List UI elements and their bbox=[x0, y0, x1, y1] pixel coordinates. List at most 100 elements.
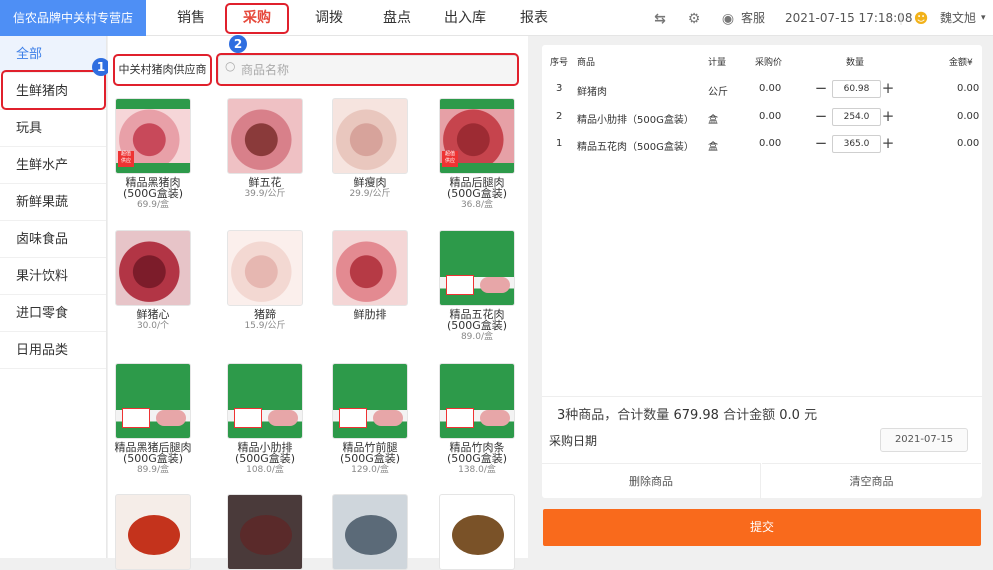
product-image: 超值 供应 bbox=[115, 98, 191, 174]
meat-graphic bbox=[480, 277, 510, 293]
divider: | bbox=[899, 11, 904, 25]
product-card[interactable]: 精品竹肉条 (500G盒装) 138.0/盒 bbox=[428, 363, 526, 475]
product-card[interactable]: 超值 供应 精品黑猪肉 (500G盒装) 69.9/盒 bbox=[104, 98, 202, 210]
col-qty: 数量 bbox=[846, 58, 865, 68]
product-spec: (500G盒装) bbox=[446, 452, 508, 465]
product-card[interactable]: 鲜肋排 bbox=[321, 230, 419, 320]
row-unit: 盒 bbox=[708, 142, 718, 153]
submit-button[interactable]: 提交 bbox=[543, 509, 981, 546]
qty-decrease-button[interactable]: − bbox=[813, 81, 829, 97]
col-unit: 计量 bbox=[708, 58, 727, 68]
col-product: 商品 bbox=[577, 58, 596, 68]
category-seafood[interactable]: 生鲜水产 bbox=[0, 147, 106, 184]
qty-increase-button[interactable]: + bbox=[880, 136, 896, 152]
summary-total-qty: 679.98 bbox=[673, 408, 719, 423]
delete-product-button[interactable]: 删除商品 bbox=[542, 463, 761, 499]
qty-decrease-button[interactable]: − bbox=[813, 109, 829, 125]
product-spec: (500G盒装) bbox=[339, 452, 401, 465]
meat-graphic bbox=[373, 410, 403, 426]
category-all[interactable]: 全部 bbox=[0, 36, 106, 73]
product-name: 鲜瘦肉 bbox=[353, 176, 387, 189]
product-image bbox=[227, 230, 303, 306]
search-highlight bbox=[216, 53, 519, 86]
promo-tag-graphic bbox=[446, 275, 474, 295]
product-price: 15.9/公斤 bbox=[244, 321, 286, 331]
category-toys[interactable]: 玩具 bbox=[0, 110, 106, 147]
product-card[interactable] bbox=[428, 494, 526, 570]
nav-sales[interactable]: 销售 bbox=[160, 0, 222, 36]
product-spec: (500G盒装) bbox=[234, 452, 296, 465]
meat-graphic bbox=[268, 410, 298, 426]
row-seq: 1 bbox=[556, 138, 563, 149]
product-price: 89.9/盒 bbox=[136, 465, 170, 475]
purchase-tab-highlight bbox=[225, 3, 289, 34]
user-dropdown-icon[interactable]: ▾ bbox=[981, 0, 986, 36]
sync-icon[interactable]: ⇆ bbox=[652, 11, 668, 27]
row-price[interactable]: 0.00 bbox=[759, 138, 781, 149]
col-seq: 序号 bbox=[550, 58, 569, 68]
product-image bbox=[332, 363, 408, 439]
product-image: 超值 供应 bbox=[439, 98, 515, 174]
promo-tag-graphic bbox=[122, 408, 150, 428]
seafood-graphic bbox=[345, 515, 397, 555]
product-price: 69.9/盒 bbox=[136, 200, 170, 210]
top-bar: 信农品牌中关村专营店 销售 采购 调拨 盘点 出入库 报表 ⇆ ⚙ ◉ 客服 2… bbox=[0, 0, 993, 36]
row-product-name: 精品五花肉（500G盒装） bbox=[577, 142, 694, 153]
nav-reports[interactable]: 报表 bbox=[503, 0, 565, 36]
headset-icon: ◉ bbox=[721, 11, 735, 27]
category-braised[interactable]: 卤味食品 bbox=[0, 221, 106, 258]
qty-increase-button[interactable]: + bbox=[880, 109, 896, 125]
product-image bbox=[115, 230, 191, 306]
qty-input[interactable]: 254.0 bbox=[832, 108, 881, 126]
qty-increase-button[interactable]: + bbox=[880, 81, 896, 97]
row-amount: 0.00 bbox=[957, 83, 980, 94]
nav-transfer[interactable]: 调拨 bbox=[298, 0, 360, 36]
category-juice[interactable]: 果汁饮料 bbox=[0, 258, 106, 295]
product-card[interactable] bbox=[216, 494, 314, 570]
row-price[interactable]: 0.00 bbox=[759, 83, 781, 94]
product-card[interactable]: 精品黑猪后腿肉 (500G盒装) 89.9/盒 bbox=[104, 363, 202, 475]
purchase-date-label: 采购日期 bbox=[549, 434, 598, 448]
meat-graphic bbox=[480, 410, 510, 426]
nav-stock-in-out[interactable]: 出入库 bbox=[434, 0, 496, 36]
product-image bbox=[439, 363, 515, 439]
product-card[interactable]: 超值 供应 精品后腿肉 (500G盒装) 36.8/盒 bbox=[428, 98, 526, 210]
value-supply-badge: 超值 供应 bbox=[442, 151, 458, 167]
product-spec: (500G盒装) bbox=[446, 319, 508, 332]
product-card[interactable]: 精品小肋排 (500G盒装) 108.0/盒 bbox=[216, 363, 314, 475]
settings-gear-icon[interactable]: ⚙ bbox=[686, 11, 702, 27]
product-card[interactable]: 猪蹄 15.9/公斤 bbox=[216, 230, 314, 331]
product-card[interactable]: 精品五花肉 (500G盒装) 89.0/盒 bbox=[428, 230, 526, 342]
seafood-graphic bbox=[452, 515, 504, 555]
qty-input[interactable]: 365.0 bbox=[832, 135, 881, 153]
row-unit: 公斤 bbox=[708, 87, 728, 98]
category-daily-goods[interactable]: 日用品类 bbox=[0, 332, 106, 369]
product-spec: (500G盒装) bbox=[122, 452, 184, 465]
purchase-date-picker[interactable]: 2021-07-15 bbox=[880, 428, 968, 452]
product-card[interactable] bbox=[104, 494, 202, 570]
meat-graphic bbox=[156, 410, 186, 426]
summary-total-amount: 0.0 bbox=[779, 408, 800, 423]
customer-service-link[interactable]: 客服 bbox=[741, 0, 765, 36]
category-imported-snacks[interactable]: 进口零食 bbox=[0, 295, 106, 332]
category-fruit-veg[interactable]: 新鲜果蔬 bbox=[0, 184, 106, 221]
product-card[interactable] bbox=[321, 494, 419, 570]
qty-decrease-button[interactable]: − bbox=[813, 136, 829, 152]
product-card[interactable]: 鲜瘦肉 29.9/公斤 bbox=[321, 98, 419, 199]
product-price: 30.0/个 bbox=[136, 321, 170, 331]
store-name[interactable]: 信农品牌中关村专营店 bbox=[0, 0, 146, 36]
clear-products-button[interactable]: 清空商品 bbox=[762, 463, 981, 499]
row-product-name: 精品小肋排（500G盒装） bbox=[577, 115, 694, 126]
nav-inventory-check[interactable]: 盘点 bbox=[366, 0, 428, 36]
row-price[interactable]: 0.00 bbox=[759, 111, 781, 122]
category-sidebar: 全部 生鲜猪肉 玩具 生鲜水产 新鲜果蔬 卤味食品 果汁饮料 进口零食 日用品类 bbox=[0, 36, 107, 558]
product-card[interactable]: 精品竹前腿 (500G盒装) 129.0/盒 bbox=[321, 363, 419, 475]
product-image bbox=[332, 230, 408, 306]
qty-input[interactable]: 60.98 bbox=[832, 80, 881, 98]
user-name[interactable]: 魏文旭 bbox=[940, 0, 976, 36]
product-card[interactable]: 鲜五花 39.9/公斤 bbox=[216, 98, 314, 199]
product-price: 29.9/公斤 bbox=[349, 189, 391, 199]
product-name: 鲜猪心 bbox=[136, 308, 170, 321]
product-name: 鲜肋排 bbox=[353, 308, 387, 321]
product-card[interactable]: 鲜猪心 30.0/个 bbox=[104, 230, 202, 331]
